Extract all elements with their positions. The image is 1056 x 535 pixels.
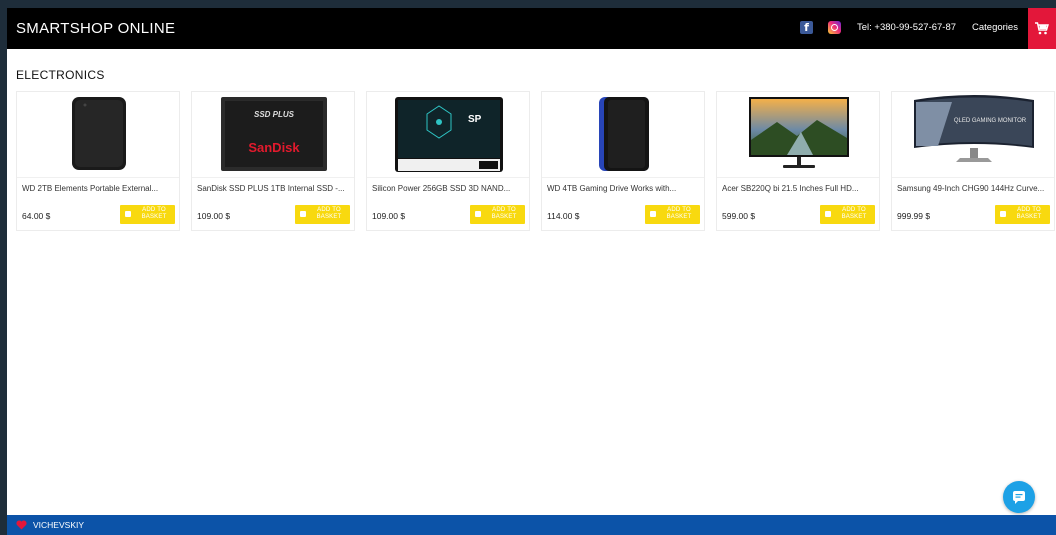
cart-icon [1035, 22, 1049, 35]
basket-icon [1000, 211, 1006, 217]
product-price: 64.00 $ [22, 211, 51, 221]
product-card[interactable]: WD 4TB Gaming Drive Works with... 114.00… [541, 91, 705, 231]
footer-bar: VICHEVSKIY [7, 515, 1056, 535]
add-to-basket-button[interactable]: ADD TO BASKET [820, 205, 875, 224]
product-card[interactable]: SSD PLUS SanDisk SanDisk SSD PLUS 1TB In… [191, 91, 355, 231]
phone-number: Tel: +380-99-527-67-87 [857, 22, 957, 33]
add-to-basket-label: ADD TO BASKET [841, 207, 867, 220]
svg-text:SanDisk: SanDisk [248, 140, 300, 155]
site-logo[interactable]: SMARTSHOP ONLINE [16, 20, 175, 37]
product-card[interactable]: Acer SB220Q bi 21.5 Inches Full HD... 59… [716, 91, 880, 231]
chat-button[interactable] [1003, 481, 1035, 513]
product-price: 114.00 $ [547, 211, 580, 221]
add-to-basket-button[interactable]: ADD TO BASKET [295, 205, 350, 224]
browser-viewport: SMARTSHOP ONLINE f Tel: +380-99-527-67-8… [7, 8, 1056, 535]
product-name[interactable]: Silicon Power 256GB SSD 3D NAND... [372, 184, 524, 193]
product-card[interactable]: SP Silicon Power 256GB SSD 3D NAND... 10… [366, 91, 530, 231]
product-name[interactable]: WD 4TB Gaming Drive Works with... [547, 184, 699, 193]
add-to-basket-button[interactable]: ADD TO BASKET [470, 205, 525, 224]
add-to-basket-button[interactable]: ADD TO BASKET [645, 205, 700, 224]
product-price: 999.99 $ [897, 211, 931, 221]
add-to-basket-label: ADD TO BASKET [141, 207, 167, 220]
instagram-icon[interactable] [828, 21, 841, 34]
basket-icon [300, 211, 306, 217]
product-image[interactable] [542, 92, 704, 178]
categories-link[interactable]: Categories [972, 22, 1018, 33]
section-title: ELECTRONICS [16, 68, 105, 82]
product-price: 109.00 $ [372, 211, 406, 221]
product-image[interactable]: SP [367, 92, 529, 178]
product-price: 109.00 $ [197, 211, 231, 221]
product-image[interactable] [717, 92, 879, 178]
product-card[interactable]: WD 2TB Elements Portable External... 64.… [16, 91, 180, 231]
product-image[interactable] [17, 92, 179, 178]
svg-text:SP: SP [468, 114, 482, 125]
product-image[interactable]: SSD PLUS SanDisk [192, 92, 354, 178]
add-to-basket-button[interactable]: ADD TO BASKET [120, 205, 175, 224]
facebook-icon[interactable]: f [800, 21, 813, 34]
basket-icon [475, 211, 481, 217]
heart-icon [16, 520, 27, 530]
svg-text:SSD PLUS: SSD PLUS [254, 110, 295, 119]
product-card[interactable]: QLED GAMING MONITOR Samsung 49-Inch CHG9… [891, 91, 1055, 231]
add-to-basket-label: ADD TO BASKET [491, 207, 517, 220]
product-image[interactable]: QLED GAMING MONITOR [892, 92, 1054, 178]
add-to-basket-label: ADD TO BASKET [1016, 207, 1042, 220]
top-navigation-bar: SMARTSHOP ONLINE f Tel: +380-99-527-67-8… [7, 8, 1056, 49]
product-price: 599.00 $ [722, 211, 756, 221]
add-to-basket-label: ADD TO BASKET [666, 207, 692, 220]
add-to-basket-button[interactable]: ADD TO BASKET [995, 205, 1050, 224]
product-name[interactable]: Acer SB220Q bi 21.5 Inches Full HD... [722, 184, 874, 193]
svg-text:QLED GAMING MONITOR: QLED GAMING MONITOR [954, 118, 1027, 124]
basket-icon [125, 211, 131, 217]
chat-icon [1013, 491, 1025, 504]
product-grid: WD 2TB Elements Portable External... 64.… [16, 91, 1056, 231]
footer-author[interactable]: VICHEVSKIY [33, 520, 84, 530]
basket-icon [825, 211, 831, 217]
add-to-basket-label: ADD TO BASKET [316, 207, 342, 220]
basket-icon [650, 211, 656, 217]
product-name[interactable]: WD 2TB Elements Portable External... [22, 184, 174, 193]
product-name[interactable]: SanDisk SSD PLUS 1TB Internal SSD -... [197, 184, 349, 193]
product-name[interactable]: Samsung 49-Inch CHG90 144Hz Curve... [897, 184, 1049, 193]
cart-button[interactable] [1028, 8, 1056, 49]
